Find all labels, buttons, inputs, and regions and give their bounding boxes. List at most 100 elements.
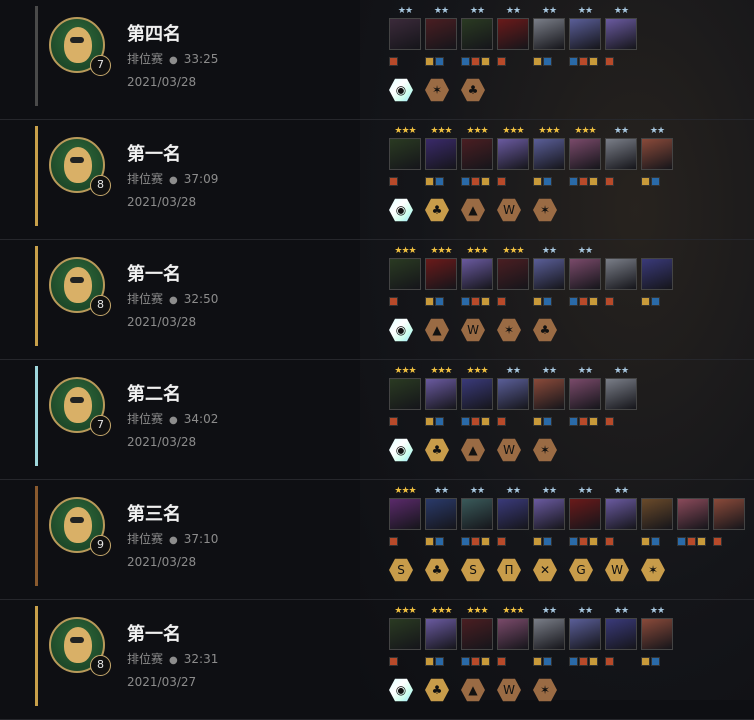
item-slots bbox=[389, 291, 421, 306]
item-slots bbox=[605, 651, 637, 666]
trait-icon[interactable]: W bbox=[497, 198, 521, 222]
trait-icon[interactable]: ✶ bbox=[425, 78, 449, 102]
item-icon bbox=[579, 657, 588, 666]
match-row[interactable]: 8 第一名 排位赛 ● 32:31 2021/03/27 ★★★ ★★★ ★★★ ★★★ ★★ ★★ ★… bbox=[0, 600, 754, 720]
champion-unit[interactable]: ★★ bbox=[461, 486, 493, 546]
champion-unit[interactable]: ★★ bbox=[605, 6, 637, 66]
champion-unit[interactable]: ★★★ bbox=[497, 606, 529, 666]
trait-icon[interactable]: ◉ bbox=[389, 678, 413, 702]
champion-unit[interactable]: ★★ bbox=[569, 6, 601, 66]
champion-unit[interactable]: ★★★ bbox=[569, 126, 601, 186]
trait-icon[interactable]: ♣ bbox=[425, 198, 449, 222]
match-row[interactable]: 7 第四名 排位赛 ● 33:25 2021/03/28 ★★ ★★ ★★ ★★ ★★ ★★ ★★ ◉ ✶ ♣ bbox=[0, 0, 754, 120]
match-date: 2021/03/28 bbox=[127, 195, 197, 209]
champion-unit[interactable] bbox=[713, 486, 745, 546]
trait-icon[interactable]: W bbox=[497, 678, 521, 702]
item-slots bbox=[389, 531, 421, 546]
champion-unit[interactable]: ★★ bbox=[569, 366, 601, 426]
champion-unit[interactable]: ★★ bbox=[389, 6, 421, 66]
champion-unit[interactable]: ★★ bbox=[425, 486, 457, 546]
champion-unit[interactable]: ★★ bbox=[605, 366, 637, 426]
champion-unit[interactable]: ★★ bbox=[425, 6, 457, 66]
champion-portrait bbox=[497, 378, 529, 410]
match-row[interactable]: 8 第一名 排位赛 ● 32:50 2021/03/28 ★★★ ★★★ ★★★ ★★★ ★★ ★★ ◉… bbox=[0, 240, 754, 360]
item-icon bbox=[461, 657, 470, 666]
champion-unit[interactable]: ★★★ bbox=[389, 246, 421, 306]
trait-icon[interactable]: ♣ bbox=[425, 558, 449, 582]
champion-unit[interactable]: ★★ bbox=[533, 366, 565, 426]
champion-unit[interactable]: ★★★ bbox=[425, 126, 457, 186]
trait-icon[interactable]: ◉ bbox=[389, 438, 413, 462]
trait-icon[interactable]: S bbox=[461, 558, 485, 582]
trait-icon[interactable]: W bbox=[605, 558, 629, 582]
trait-icon[interactable]: ▲ bbox=[461, 198, 485, 222]
game-mode: 排位赛 bbox=[127, 172, 164, 186]
champion-unit[interactable]: ★★ bbox=[533, 6, 565, 66]
match-row[interactable]: 9 第三名 排位赛 ● 37:10 2021/03/28 ★★★ ★★ ★★ ★★ ★★ ★★ ★★ S ♣… bbox=[0, 480, 754, 600]
champion-unit[interactable]: ★★ bbox=[569, 606, 601, 666]
champion-unit[interactable] bbox=[641, 486, 673, 546]
champion-unit[interactable]: ★★★ bbox=[425, 606, 457, 666]
trait-icon[interactable]: ✶ bbox=[533, 198, 557, 222]
champion-unit[interactable]: ★★ bbox=[605, 486, 637, 546]
item-slots bbox=[425, 171, 457, 186]
champion-unit[interactable]: ★★ bbox=[497, 366, 529, 426]
trait-icon[interactable]: ▲ bbox=[461, 678, 485, 702]
champion-unit[interactable]: ★★★ bbox=[461, 246, 493, 306]
champion-unit[interactable]: ★★★ bbox=[461, 606, 493, 666]
champion-unit[interactable] bbox=[605, 246, 637, 306]
champion-unit[interactable]: ★★ bbox=[533, 246, 565, 306]
champion-unit[interactable] bbox=[677, 486, 709, 546]
trait-icon[interactable]: ▲ bbox=[461, 438, 485, 462]
trait-icon[interactable]: S bbox=[389, 558, 413, 582]
trait-icon[interactable]: ◉ bbox=[389, 78, 413, 102]
match-date: 2021/03/28 bbox=[127, 435, 197, 449]
trait-icon[interactable]: ♣ bbox=[425, 438, 449, 462]
champion-unit[interactable]: ★★★ bbox=[389, 486, 421, 546]
champion-unit[interactable]: ★★★ bbox=[389, 606, 421, 666]
champion-unit[interactable]: ★★★ bbox=[533, 126, 565, 186]
champion-unit[interactable]: ★★ bbox=[461, 6, 493, 66]
champion-unit[interactable]: ★★ bbox=[641, 606, 673, 666]
item-slots bbox=[497, 651, 529, 666]
champion-unit[interactable]: ★★★ bbox=[389, 126, 421, 186]
trait-icon[interactable]: ◉ bbox=[389, 318, 413, 342]
trait-icon[interactable]: ♣ bbox=[425, 678, 449, 702]
trait-icon[interactable]: ◉ bbox=[389, 198, 413, 222]
trait-icon[interactable]: ✕ bbox=[533, 558, 557, 582]
match-row[interactable]: 8 第一名 排位赛 ● 37:09 2021/03/28 ★★★ ★★★ ★★★ ★★★ ★★★ ★★… bbox=[0, 120, 754, 240]
item-icon bbox=[497, 177, 506, 186]
champion-unit[interactable]: ★★★ bbox=[389, 366, 421, 426]
trait-icon[interactable]: ✶ bbox=[641, 558, 665, 582]
champion-unit[interactable]: ★★ bbox=[533, 486, 565, 546]
champion-unit[interactable]: ★★ bbox=[533, 606, 565, 666]
trait-icon[interactable]: ✶ bbox=[533, 678, 557, 702]
trait-icon[interactable]: ✶ bbox=[497, 318, 521, 342]
champion-unit[interactable]: ★★ bbox=[497, 486, 529, 546]
champion-unit[interactable]: ★★ bbox=[605, 126, 637, 186]
champion-unit[interactable]: ★★ bbox=[569, 246, 601, 306]
champion-unit[interactable]: ★★★ bbox=[461, 366, 493, 426]
champion-unit[interactable]: ★★★ bbox=[461, 126, 493, 186]
trait-icon[interactable]: G bbox=[569, 558, 593, 582]
trait-icon[interactable]: ✶ bbox=[533, 438, 557, 462]
trait-icon[interactable]: Π bbox=[497, 558, 521, 582]
champion-unit[interactable]: ★★★ bbox=[425, 246, 457, 306]
champion-unit[interactable]: ★★ bbox=[605, 606, 637, 666]
item-icon bbox=[481, 417, 490, 426]
match-row[interactable]: 7 第二名 排位赛 ● 34:02 2021/03/28 ★★★ ★★★ ★★★ ★★ ★★ ★★ ★★… bbox=[0, 360, 754, 480]
champion-unit[interactable]: ★★ bbox=[569, 486, 601, 546]
champion-unit[interactable] bbox=[641, 246, 673, 306]
champion-unit[interactable]: ★★ bbox=[497, 6, 529, 66]
champion-unit[interactable]: ★★★ bbox=[497, 246, 529, 306]
trait-icon[interactable]: W bbox=[461, 318, 485, 342]
trait-icon[interactable]: W bbox=[497, 438, 521, 462]
trait-icon[interactable]: ♣ bbox=[533, 318, 557, 342]
trait-icon[interactable]: ▲ bbox=[425, 318, 449, 342]
champion-portrait bbox=[533, 138, 565, 170]
trait-icon[interactable]: ♣ bbox=[461, 78, 485, 102]
champion-unit[interactable]: ★★★ bbox=[497, 126, 529, 186]
star-level: ★★ bbox=[397, 6, 413, 16]
champion-unit[interactable]: ★★ bbox=[641, 126, 673, 186]
champion-unit[interactable]: ★★★ bbox=[425, 366, 457, 426]
